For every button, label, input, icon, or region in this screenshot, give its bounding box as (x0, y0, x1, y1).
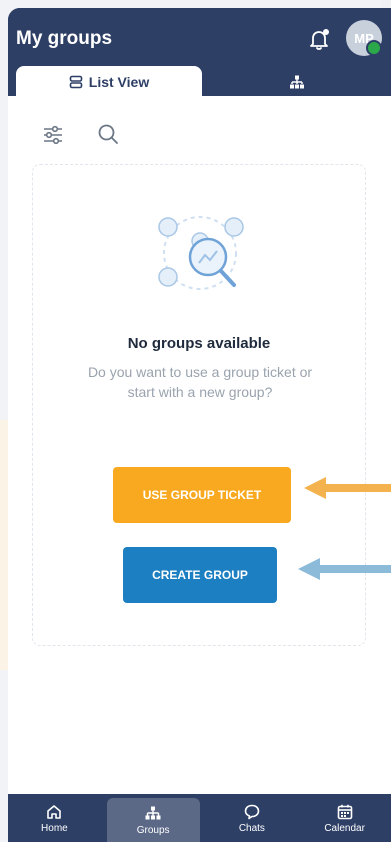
tab-hierarchy-view[interactable] (202, 66, 391, 98)
page-title: My groups (16, 28, 113, 49)
use-group-ticket-button[interactable]: USE GROUP TICKET (113, 467, 291, 523)
app-frame: My groups MP List View No groups availab… (8, 8, 391, 842)
groups-icon (145, 806, 161, 819)
create-group-button[interactable]: CREATE GROUP (123, 547, 277, 603)
bottom-navigation: Home Groups Chats Calendar (8, 794, 391, 842)
calendar-icon (337, 804, 352, 819)
nav-calendar-label: Calendar (324, 822, 365, 834)
orange-pointer-arrow (304, 477, 391, 499)
blue-pointer-arrow (298, 558, 391, 580)
nav-item-calendar[interactable]: Calendar (298, 794, 391, 842)
group-search-illustration (158, 216, 244, 290)
nav-item-chats[interactable]: Chats (206, 794, 299, 842)
notification-bell-icon[interactable] (306, 26, 332, 52)
tab-list-view-label: List View (88, 74, 150, 90)
filter-sliders-icon[interactable] (42, 124, 64, 146)
home-icon (47, 804, 62, 819)
list-view-icon (69, 75, 83, 89)
hierarchy-icon (289, 75, 304, 89)
tab-list-view[interactable]: List View (16, 66, 202, 98)
empty-state-title: No groups available (127, 335, 271, 352)
nav-item-home[interactable]: Home (8, 794, 101, 842)
nav-home-label: Home (41, 822, 68, 834)
groups-content: No groups available Do you want to use a… (8, 96, 391, 796)
avatar-status-badge (366, 40, 382, 56)
search-icon[interactable] (96, 122, 120, 146)
nav-groups-label: Groups (136, 824, 170, 836)
chat-icon (244, 804, 260, 819)
nav-chats-label: Chats (238, 822, 265, 834)
nav-item-groups[interactable]: Groups (106, 798, 200, 842)
empty-state-text: Do you want to use a group ticket or sta… (87, 364, 313, 400)
app-header: My groups MP List View (8, 8, 391, 98)
